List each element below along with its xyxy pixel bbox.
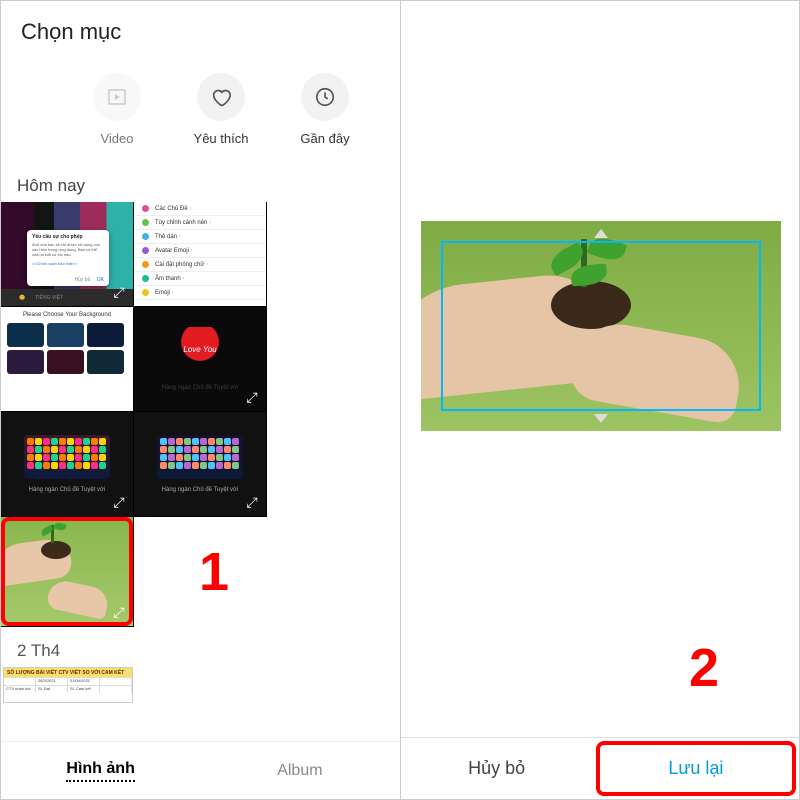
- triangle-down-icon: [594, 414, 608, 423]
- crop-editor-screen: 2 Hủy bỏ Lưu lại: [401, 1, 800, 799]
- thumbnail-spreadsheet[interactable]: SỐ LƯỢNG BÀI VIẾT CTV VIẾT SO VỚI CAM KẾ…: [3, 667, 133, 703]
- gallery-picker-screen: Chọn mục Video Yêu thích Gần đây: [1, 1, 400, 799]
- expand-icon: ⤢: [111, 494, 127, 510]
- expand-icon: ⤢: [244, 389, 260, 405]
- bottom-tab-bar: Hình ảnh Album: [1, 741, 400, 799]
- category-row: Video Yêu thích Gần đây: [1, 55, 400, 166]
- play-icon: [93, 73, 141, 121]
- category-label: Gần đây: [300, 131, 349, 146]
- thumbnail[interactable]: Love You Hàng ngàn Chủ đề Tuyệt vời ⤢: [134, 307, 267, 412]
- expand-icon: ⤢: [244, 494, 260, 510]
- clock-icon: [301, 73, 349, 121]
- category-label: Yêu thích: [194, 131, 249, 146]
- thumbnail[interactable]: Các Chủ Đề ›Tùy chỉnh cảnh nền ›Thẻ dán …: [134, 202, 267, 307]
- heart-icon: [197, 73, 245, 121]
- thumbnail[interactable]: Hàng ngàn Chủ đề Tuyệt vời ⤢: [1, 412, 134, 517]
- expand-icon: ⤢: [111, 284, 127, 300]
- section-today: Hôm nay: [1, 166, 400, 202]
- category-favorites[interactable]: Yêu thích: [175, 73, 267, 146]
- crop-area[interactable]: [421, 221, 781, 431]
- step-marker-2: 2: [689, 637, 719, 699]
- expand-icon: ⤢: [244, 284, 260, 300]
- cancel-button[interactable]: Hủy bỏ: [401, 738, 593, 799]
- step-marker-1: 1: [199, 541, 229, 603]
- tab-images[interactable]: Hình ảnh: [1, 742, 200, 799]
- thumbnail-selected[interactable]: ⤢: [1, 517, 134, 627]
- crop-frame[interactable]: [441, 241, 761, 411]
- category-label: Video: [100, 131, 133, 146]
- expand-icon: ⤢: [111, 604, 127, 620]
- thumbnail[interactable]: Hàng ngàn Chủ đề Tuyệt vời ⤢: [134, 412, 267, 517]
- permission-dialog: Yêu cầu sự cho phép Ảnh của bạn sẽ chỉ đ…: [27, 230, 109, 286]
- screen-title: Chọn mục: [1, 1, 400, 55]
- category-recent[interactable]: Gần đây: [279, 73, 371, 146]
- action-bar: Hủy bỏ Lưu lại: [401, 737, 800, 799]
- section-date: 2 Th4: [1, 627, 400, 667]
- category-video[interactable]: Video: [71, 73, 163, 146]
- thumbnail[interactable]: Please Choose Your Background ⤢: [1, 307, 134, 412]
- triangle-up-icon: [594, 229, 608, 238]
- thumbnail[interactable]: Yêu cầu sự cho phép Ảnh của bạn sẽ chỉ đ…: [1, 202, 134, 307]
- tab-album[interactable]: Album: [200, 742, 399, 799]
- expand-icon: ⤢: [111, 389, 127, 405]
- save-button[interactable]: Lưu lại: [596, 741, 796, 796]
